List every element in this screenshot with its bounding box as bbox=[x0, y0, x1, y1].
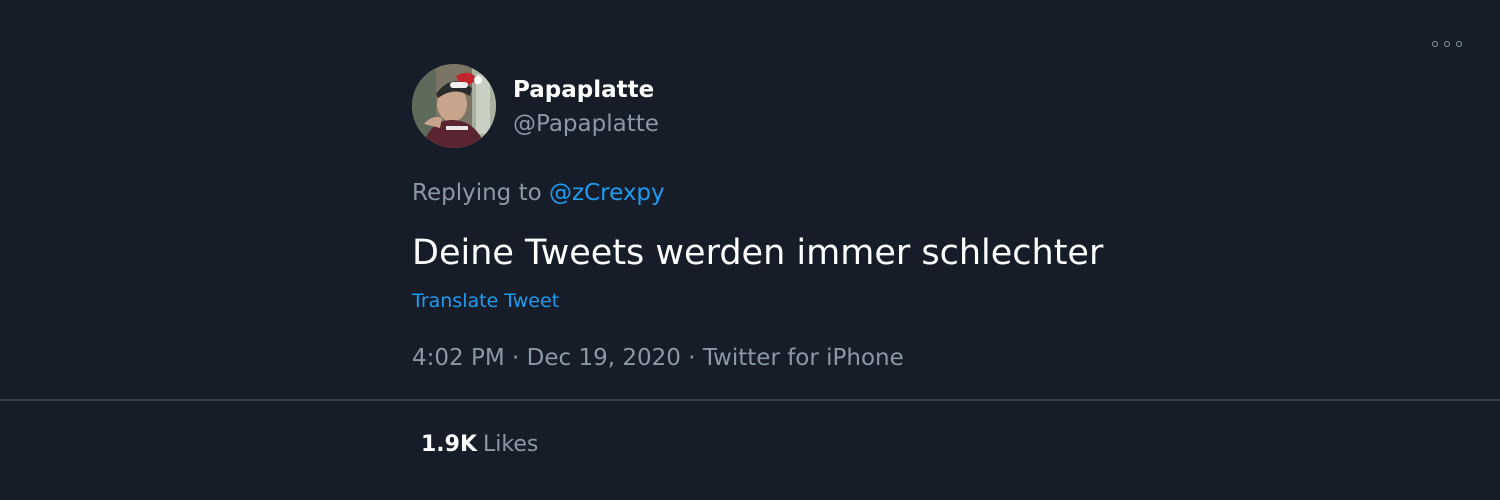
avatar-image bbox=[412, 64, 496, 148]
more-options-icon[interactable] bbox=[1432, 36, 1462, 52]
translate-tweet-link[interactable]: Translate Tweet bbox=[412, 287, 559, 315]
replying-to-mention[interactable]: @zCrexpy bbox=[549, 180, 665, 206]
likes-label: Likes bbox=[483, 432, 539, 457]
avatar[interactable] bbox=[412, 64, 496, 148]
more-dot bbox=[1456, 41, 1462, 47]
divider bbox=[0, 399, 1500, 401]
author-display-name[interactable]: Papaplatte bbox=[513, 74, 659, 106]
tweet-source[interactable]: Twitter for iPhone bbox=[703, 345, 904, 371]
replying-to-line: Replying to @zCrexpy bbox=[412, 176, 665, 210]
author-handle[interactable]: @Papaplatte bbox=[513, 108, 659, 140]
likes-stat[interactable]: 1.9K Likes bbox=[421, 428, 538, 462]
more-dot bbox=[1444, 41, 1450, 47]
tweet-text: Deine Tweets werden immer schlechter bbox=[412, 233, 1104, 273]
meta-separator: · bbox=[512, 345, 520, 371]
meta-separator: · bbox=[688, 345, 696, 371]
likes-count: 1.9K bbox=[421, 432, 478, 457]
tweet-detail: Papaplatte @Papaplatte Replying to @zCre… bbox=[0, 0, 1500, 500]
more-dot bbox=[1432, 41, 1438, 47]
tweet-date[interactable]: Dec 19, 2020 bbox=[527, 345, 681, 371]
replying-to-prefix: Replying to bbox=[412, 180, 542, 206]
tweet-time[interactable]: 4:02 PM bbox=[412, 345, 505, 371]
tweet-metadata: 4:02 PM · Dec 19, 2020 · Twitter for iPh… bbox=[412, 341, 904, 375]
author-block[interactable]: Papaplatte @Papaplatte bbox=[513, 74, 659, 140]
